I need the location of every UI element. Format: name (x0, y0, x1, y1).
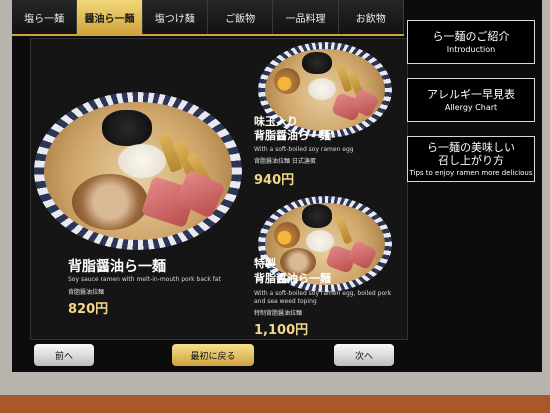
kiosk-screen: 塩ら一麺 醤油ら一麺 塩つけ麺 ご飯物 一品料理 お飲物 背脂醤油ら一麺 Soy… (12, 0, 542, 372)
introduction-label-en: Introduction (446, 45, 496, 54)
back-to-start-button[interactable]: 最初に戻る (172, 344, 254, 366)
item-subtitle: 特制背脂醤油拉麺 (254, 310, 303, 317)
next-button[interactable]: 次へ (334, 344, 394, 366)
item-title-line2: 背脂醤油ら一麺 (254, 272, 331, 285)
item-subtitle: 背脂醤油拉麺 日式溏蛋 (254, 158, 316, 165)
eating-tips-label-jp-1: ら一麺の美味しい (427, 141, 515, 154)
tab-shio-tsukemen[interactable]: 塩つけ麺 (142, 0, 208, 34)
ramen-bowl-image-large (34, 92, 242, 250)
introduction-button[interactable]: ら一麺のご紹介 Introduction (407, 20, 535, 64)
counter-ledge (0, 395, 550, 413)
introduction-label-jp: ら一麺のご紹介 (432, 30, 510, 43)
tab-side-dishes[interactable]: 一品料理 (273, 0, 339, 34)
item-title: 背脂醤油ら一麺 (68, 259, 166, 275)
eating-tips-button[interactable]: ら一麺の美味しい 召し上がり方 Tips to enjoy ramen more… (407, 136, 535, 182)
item-price: 1,100円 (254, 323, 309, 338)
eating-tips-label-jp-2: 召し上がり方 (438, 154, 504, 167)
item-price: 820円 (68, 302, 109, 317)
item-description: With a soft-boiled soy ramen egg, boiled… (254, 290, 392, 305)
item-description: Soy sauce ramen with melt-in-mouth pork … (68, 276, 221, 283)
tab-shoyu-ramen[interactable]: 醤油ら一麺 (77, 0, 143, 34)
item-description: With a soft-boiled soy ramen egg (254, 146, 354, 153)
item-subtitle: 背脂醤油拉麺 (68, 289, 105, 296)
tab-rice-dishes[interactable]: ご飯物 (207, 0, 274, 34)
allergy-chart-button[interactable]: アレルギ一早見表 Allergy Chart (407, 78, 535, 122)
allergy-chart-label-jp: アレルギ一早見表 (427, 88, 515, 101)
prev-button[interactable]: 前へ (34, 344, 94, 366)
item-price: 940円 (254, 173, 295, 188)
tab-underline (12, 34, 404, 36)
tab-shio-ramen[interactable]: 塩ら一麺 (12, 0, 78, 34)
allergy-chart-label-en: Allergy Chart (444, 103, 498, 112)
category-tabbar: 塩ら一麺 醤油ら一麺 塩つけ麺 ご飯物 一品料理 お飲物 (12, 0, 404, 36)
eating-tips-label-en: Tips to enjoy ramen more delicious (409, 169, 533, 177)
tab-drinks[interactable]: お飲物 (338, 0, 404, 34)
item-title-line1: 特製 (254, 257, 276, 270)
item-title-line2: 背脂醤油ら一麺 (254, 129, 331, 142)
